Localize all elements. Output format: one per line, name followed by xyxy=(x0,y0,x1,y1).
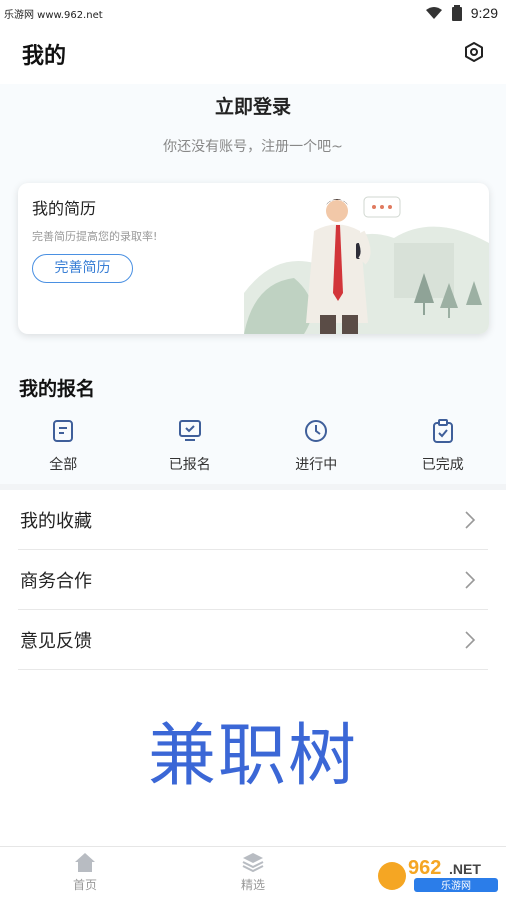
menu-item-business[interactable]: 商务合作 xyxy=(18,550,488,610)
login-subtitle: 你还没有账号，注册一个吧~ xyxy=(163,139,343,155)
settings-button[interactable] xyxy=(462,40,486,64)
signup-section-title: 我的报名 xyxy=(19,378,96,400)
tab-label: 首页 xyxy=(72,878,97,892)
menu-list: 我的收藏 商务合作 意见反馈 xyxy=(0,490,506,670)
signup-completed[interactable]: 已完成 xyxy=(380,418,506,478)
monitor-check-icon xyxy=(178,420,201,441)
resume-card[interactable]: 我的简历 完善简历提高您的录取率! 完善简历 xyxy=(18,183,489,334)
962-watermark-logo: 962 .NET 乐游网 xyxy=(376,854,500,894)
businessman-illustration xyxy=(244,196,489,334)
list-icon xyxy=(53,420,74,442)
signup-all[interactable]: 全部 xyxy=(0,418,127,478)
tab-featured[interactable]: 精选 xyxy=(213,851,293,893)
menu-label: 商务合作 xyxy=(20,570,92,592)
settings-icon xyxy=(465,42,483,62)
menu-item-favorites[interactable]: 我的收藏 xyxy=(18,490,488,550)
status-bar: 乐游网 www.962.net 9:29 xyxy=(0,0,506,26)
wifi-icon xyxy=(425,7,442,19)
watermark-text: 乐游网 www.962.net xyxy=(4,10,103,21)
brand-text: 兼职树 xyxy=(147,717,358,796)
complete-resume-button[interactable]: 完善简历 xyxy=(32,254,133,283)
signup-label: 全部 xyxy=(49,457,78,473)
svg-text:.NET: .NET xyxy=(449,861,481,877)
signup-label: 进行中 xyxy=(295,457,338,473)
page-header: 我的 xyxy=(0,26,506,84)
login-title[interactable]: 立即登录 xyxy=(0,92,506,119)
status-time: 9:29 xyxy=(470,5,498,21)
clock-icon xyxy=(305,420,328,442)
status-icons: 9:29 xyxy=(425,3,498,23)
battery-icon xyxy=(451,5,462,21)
signup-status-row: 全部 已报名 进行中 已完成 xyxy=(0,418,506,478)
chevron-right-icon xyxy=(465,571,476,589)
tab-home[interactable]: 首页 xyxy=(45,851,125,893)
chevron-right-icon xyxy=(465,511,476,529)
signup-label: 已完成 xyxy=(421,457,464,473)
signup-registered[interactable]: 已报名 xyxy=(127,418,254,478)
home-icon xyxy=(75,853,95,872)
svg-text:962: 962 xyxy=(408,857,441,879)
resume-title: 我的简历 xyxy=(32,199,97,218)
layers-icon xyxy=(242,853,264,873)
signup-label: 已报名 xyxy=(168,457,211,473)
chevron-right-icon xyxy=(465,631,476,649)
tab-label: 精选 xyxy=(240,878,265,892)
clipboard-check-icon xyxy=(432,419,453,443)
resume-subtitle: 完善简历提高您的录取率! xyxy=(32,230,158,243)
page-title: 我的 xyxy=(22,44,67,69)
menu-label: 我的收藏 xyxy=(20,510,92,532)
signup-in-progress[interactable]: 进行中 xyxy=(253,418,380,478)
svg-text:乐游网: 乐游网 xyxy=(441,879,471,892)
menu-label: 意见反馈 xyxy=(20,630,92,652)
menu-item-feedback[interactable]: 意见反馈 xyxy=(18,610,488,670)
